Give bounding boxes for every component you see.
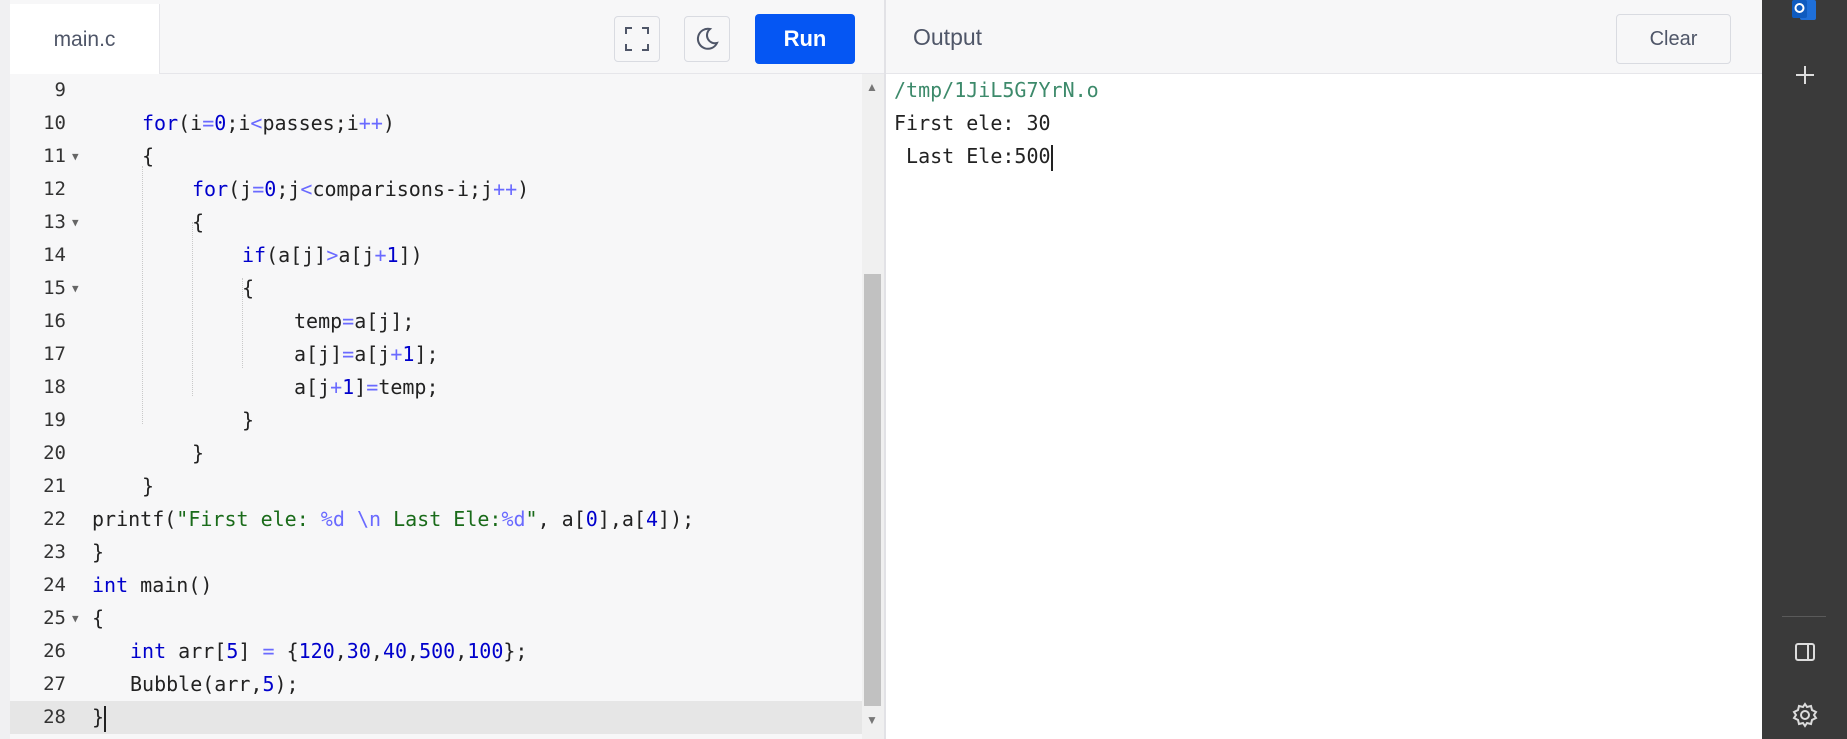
line-number: 9: [54, 79, 66, 101]
line-number: 27: [43, 673, 66, 695]
fullscreen-button[interactable]: [614, 16, 660, 62]
code-text: int main(): [92, 573, 213, 597]
sidebar-panel-icon: [1794, 643, 1815, 661]
editor-scrollbar-thumb[interactable]: [864, 274, 881, 706]
line-number: 17: [43, 343, 66, 365]
line-number: 28: [43, 706, 66, 728]
fold-arrow-icon[interactable]: ▼: [72, 206, 79, 239]
line-number: 18: [43, 376, 66, 398]
output-console[interactable]: /tmp/1JiL5G7YrN.o First ele: 30 Last Ele…: [886, 74, 1762, 739]
fold-arrow-icon[interactable]: ▼: [72, 602, 79, 635]
line-number: 25: [43, 607, 66, 629]
code-text: for(i=0;i<passes;i++): [142, 111, 395, 135]
code-line[interactable]: 25 ▼ {: [10, 602, 862, 635]
code-editor[interactable]: 9 10 for(i=0;i<passes;i++) 11 ▼ { 12 for…: [10, 74, 862, 739]
code-line[interactable]: 19 }: [10, 404, 862, 437]
code-text: temp=a[j];: [294, 309, 415, 333]
code-line[interactable]: 24 int main(): [10, 569, 862, 602]
line-number: 14: [43, 244, 66, 266]
code-text: {: [92, 606, 105, 630]
code-line[interactable]: 9: [10, 74, 862, 107]
code-line-active[interactable]: 28 }: [10, 701, 862, 734]
line-number: 19: [43, 409, 66, 431]
code-line[interactable]: 18 a[j+1]=temp;: [10, 371, 862, 404]
text-cursor: [1050, 144, 1053, 171]
code-line[interactable]: 10 for(i=0;i<passes;i++): [10, 107, 862, 140]
code-line[interactable]: 14 if(a[j]>a[j+1]): [10, 239, 862, 272]
code-line[interactable]: 11 ▼ {: [10, 140, 862, 173]
fullscreen-icon: [625, 27, 649, 51]
line-number: 22: [43, 508, 66, 530]
code-text: {: [192, 210, 205, 234]
clear-button[interactable]: Clear: [1616, 14, 1731, 64]
code-line[interactable]: 26 int arr[5] = {120,30,40,500,100};: [10, 635, 862, 668]
line-number: 15: [43, 277, 66, 299]
code-text: }: [92, 540, 105, 564]
line-number: 11: [43, 145, 66, 167]
output-header: Output Clear: [886, 4, 1762, 74]
line-number: 20: [43, 442, 66, 464]
code-line[interactable]: 12 for(j=0;j<comparisons-i;j++): [10, 173, 862, 206]
code-text: {: [142, 144, 155, 168]
code-text: a[j+1]=temp;: [294, 375, 439, 399]
line-number: 26: [43, 640, 66, 662]
code-line[interactable]: 15 ▼ {: [10, 272, 862, 305]
browser-sidebar: [1762, 0, 1847, 739]
scroll-up-arrow-icon[interactable]: ▲: [866, 80, 878, 94]
code-line[interactable]: 17 a[j]=a[j+1];: [10, 338, 862, 371]
theme-toggle-button[interactable]: [684, 16, 730, 62]
code-text: Bubble(arr,5);: [130, 672, 299, 696]
add-button[interactable]: [1762, 64, 1847, 86]
code-text: }: [142, 474, 155, 498]
code-line[interactable]: 16 temp=a[j];: [10, 305, 862, 338]
editor-header: main.c Run: [10, 4, 885, 75]
line-number: 23: [43, 541, 66, 563]
plus-icon: [1795, 66, 1814, 84]
code-text: }: [192, 441, 205, 465]
code-line[interactable]: 23 }: [10, 536, 862, 569]
code-text: }: [92, 701, 107, 734]
line-number: 16: [43, 310, 66, 332]
output-title: Output: [913, 24, 983, 50]
code-text: for(j=0;j<comparisons-i;j++): [192, 177, 530, 201]
left-margin: [0, 0, 10, 739]
outlook-button[interactable]: [1762, 0, 1847, 22]
code-line[interactable]: 27 Bubble(arr,5);: [10, 668, 862, 701]
line-number: 10: [43, 112, 66, 134]
text-cursor: [104, 705, 107, 732]
line-number: 13: [43, 211, 66, 233]
code-text: }: [242, 408, 255, 432]
file-tab-main[interactable]: main.c: [10, 4, 160, 75]
sidebar-toggle-button[interactable]: [1762, 642, 1847, 662]
sidebar-separator: [1782, 616, 1826, 617]
moon-icon: [696, 27, 719, 50]
code-text: if(a[j]>a[j+1]): [242, 243, 423, 267]
line-number: 12: [43, 178, 66, 200]
output-line-path: /tmp/1JiL5G7YrN.o: [894, 78, 1099, 102]
output-line: Last Ele:500: [894, 144, 1053, 171]
code-line[interactable]: 13 ▼ {: [10, 206, 862, 239]
fold-arrow-icon[interactable]: ▼: [72, 140, 79, 173]
code-text: printf("First ele: %d \n Last Ele:%d", a…: [92, 507, 695, 531]
outlook-icon: [1791, 0, 1816, 20]
run-button[interactable]: Run: [755, 14, 855, 64]
line-number: 21: [43, 475, 66, 497]
code-text: a[j]=a[j+1];: [294, 342, 439, 366]
code-text: int arr[5] = {120,30,40,500,100};: [130, 639, 528, 663]
gear-icon: [1792, 702, 1817, 728]
code-line[interactable]: 21 }: [10, 470, 862, 503]
output-line: First ele: 30: [894, 111, 1051, 135]
settings-button[interactable]: [1762, 702, 1847, 728]
code-line[interactable]: 22 printf("First ele: %d \n Last Ele:%d"…: [10, 503, 862, 536]
code-text: {: [242, 276, 255, 300]
app-window: main.c Run 9 10 for(i=0;i<passes;i++) 11…: [0, 0, 1762, 739]
line-number: 24: [43, 574, 66, 596]
scroll-down-arrow-icon[interactable]: ▼: [866, 713, 878, 727]
fold-arrow-icon[interactable]: ▼: [72, 272, 79, 305]
code-line[interactable]: 20 }: [10, 437, 862, 470]
